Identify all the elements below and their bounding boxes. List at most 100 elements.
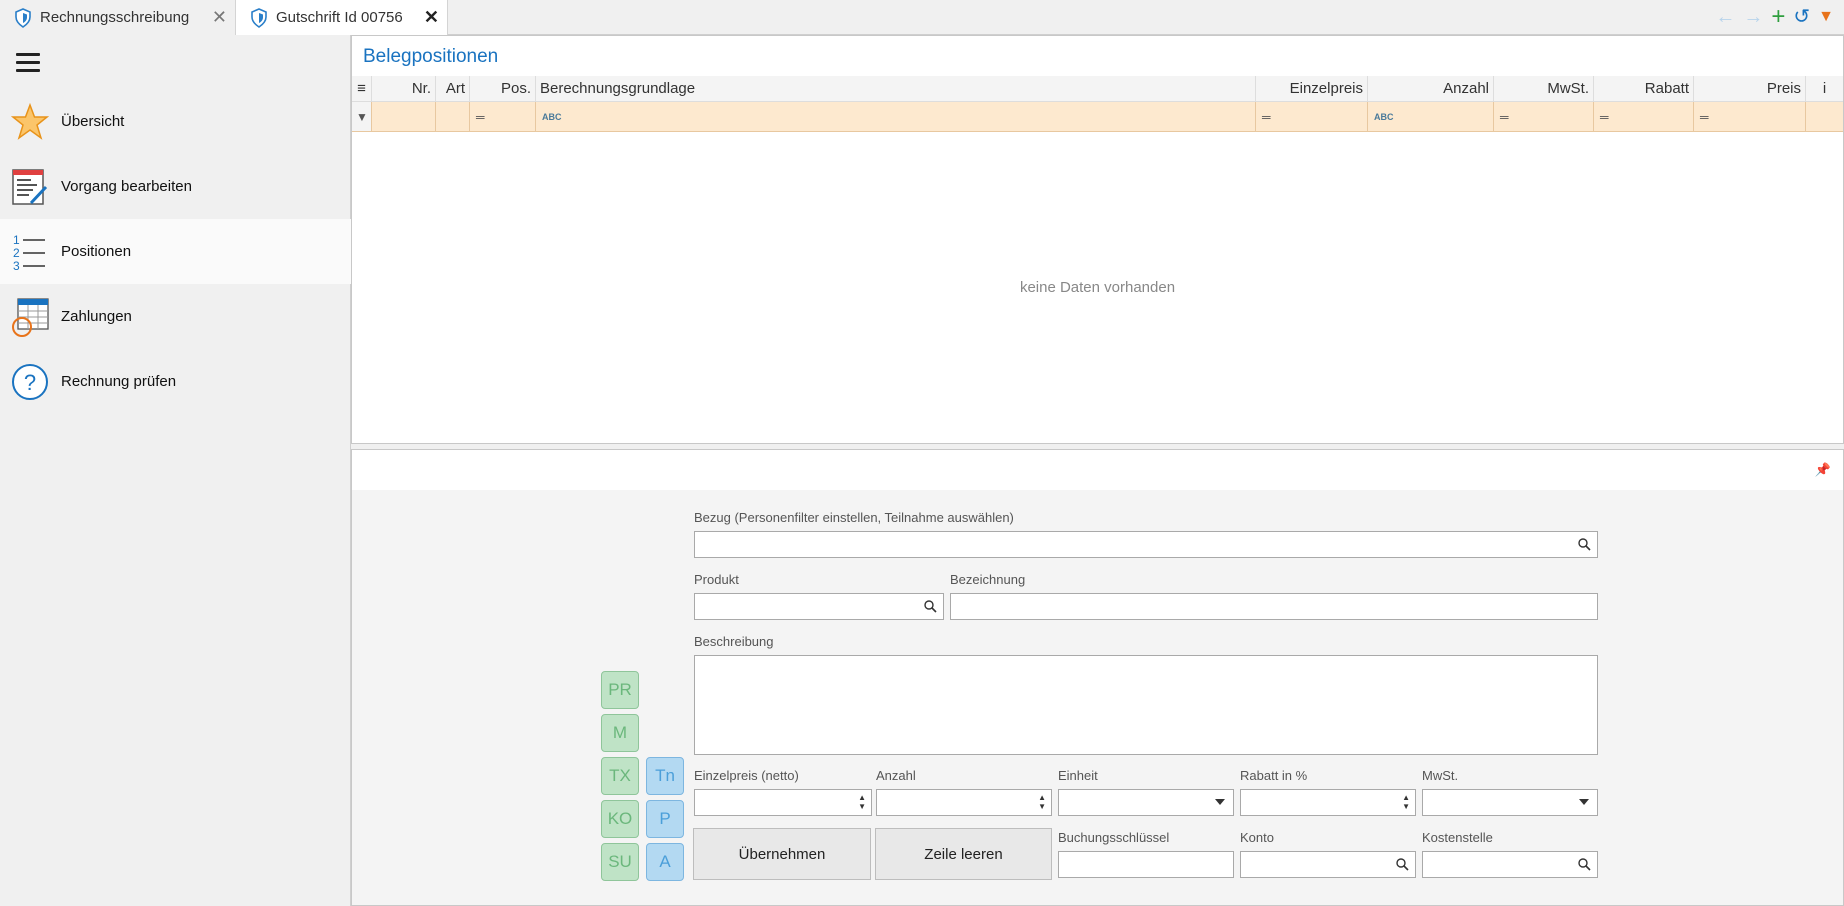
arrow-right-icon[interactable]: → bbox=[1743, 6, 1763, 28]
column-header-nr[interactable]: Nr. bbox=[372, 76, 436, 101]
filter-cell-berechnungsgrundlage[interactable]: ABC bbox=[536, 102, 1256, 131]
column-header-anzahl[interactable]: Anzahl bbox=[1368, 76, 1494, 101]
filter-cell-rabatt[interactable]: ═ bbox=[1594, 102, 1694, 131]
mwst-select[interactable] bbox=[1422, 789, 1598, 816]
equals-filter-icon: ═ bbox=[1600, 109, 1609, 124]
sidebar-item-zahlungen[interactable]: Zahlungen bbox=[0, 284, 351, 349]
toolbar: ← → + ↺ ▼ bbox=[1715, 5, 1834, 29]
equals-filter-icon: ═ bbox=[1700, 109, 1709, 124]
equals-filter-icon: ═ bbox=[1262, 109, 1271, 124]
search-icon[interactable] bbox=[1577, 537, 1591, 551]
add-icon[interactable]: + bbox=[1771, 5, 1785, 29]
column-header-rabatt[interactable]: Rabatt bbox=[1594, 76, 1694, 101]
column-header-mwst[interactable]: MwSt. bbox=[1494, 76, 1594, 101]
menu-icon[interactable] bbox=[16, 53, 40, 73]
quick-button-p[interactable]: P bbox=[646, 800, 684, 838]
shield-icon bbox=[251, 7, 267, 28]
filter-cell-info[interactable] bbox=[1806, 102, 1843, 131]
arrow-left-icon[interactable]: ← bbox=[1715, 6, 1735, 28]
quick-button-pr[interactable]: PR bbox=[601, 671, 639, 709]
spinner-icon[interactable]: ▲ ▼ bbox=[1038, 793, 1046, 811]
buchungsschluessel-label: Buchungsschlüssel bbox=[1058, 830, 1170, 845]
star-icon bbox=[9, 101, 51, 143]
column-menu-icon[interactable]: ≡ bbox=[352, 76, 372, 101]
grid-header-row: ≡ Nr. Art Pos. Berechnungsgrundlage Einz… bbox=[352, 76, 1843, 102]
einzelpreis-input[interactable]: ▲ ▼ bbox=[694, 789, 872, 816]
filter-cell-mwst[interactable]: ═ bbox=[1494, 102, 1594, 131]
filter-cell-pos[interactable]: ═ bbox=[470, 102, 536, 131]
filter-cell-nr[interactable] bbox=[372, 102, 436, 131]
einheit-select[interactable] bbox=[1058, 789, 1234, 816]
spinner-icon[interactable]: ▲ ▼ bbox=[1402, 793, 1410, 811]
bezug-label: Bezug (Personenfilter einstellen, Teilna… bbox=[694, 510, 1014, 525]
column-header-preis[interactable]: Preis bbox=[1694, 76, 1806, 101]
search-icon[interactable] bbox=[1577, 857, 1591, 871]
beschreibung-textarea[interactable] bbox=[694, 655, 1598, 755]
grid-filter-row: ▼ ═ ABC ═ ABC ═ ═ ═ bbox=[352, 102, 1843, 132]
pin-icon[interactable]: 📌 bbox=[1815, 462, 1831, 478]
text-filter-icon: ABC bbox=[1374, 111, 1394, 122]
sidebar-item-label: Vorgang bearbeiten bbox=[61, 178, 192, 195]
sidebar: Übersicht Vorgang bearbeiten 123 Positio… bbox=[0, 35, 351, 906]
kostenstelle-label: Kostenstelle bbox=[1422, 830, 1493, 845]
konto-input[interactable] bbox=[1240, 851, 1416, 878]
svg-text:2: 2 bbox=[13, 246, 20, 260]
tab-label: Rechnungsschreibung bbox=[40, 9, 190, 26]
quick-button-m[interactable]: M bbox=[601, 714, 639, 752]
buchungsschluessel-input[interactable] bbox=[1058, 851, 1234, 878]
svg-text:1: 1 bbox=[13, 233, 20, 247]
kostenstelle-input[interactable] bbox=[1422, 851, 1598, 878]
tab-bar: Rechnungsschreibung ✕ Gutschrift Id 0075… bbox=[0, 0, 1844, 36]
filter-cell-preis[interactable]: ═ bbox=[1694, 102, 1806, 131]
column-header-berechnungsgrundlage[interactable]: Berechnungsgrundlage bbox=[536, 76, 1256, 101]
filter-icon[interactable]: ▼ bbox=[352, 102, 372, 131]
positions-grid-panel: Belegpositionen ≡ Nr. Art Pos. Berechnun… bbox=[351, 35, 1844, 444]
dropdown-icon[interactable]: ▼ bbox=[1818, 6, 1834, 28]
search-icon[interactable] bbox=[1395, 857, 1409, 871]
payments-icon bbox=[9, 296, 51, 338]
close-icon[interactable]: ✕ bbox=[424, 8, 439, 26]
refresh-icon[interactable]: ↺ bbox=[1793, 6, 1810, 28]
filter-cell-anzahl[interactable]: ABC bbox=[1368, 102, 1494, 131]
rabatt-input[interactable]: ▲ ▼ bbox=[1240, 789, 1416, 816]
tab-gutschrift[interactable]: Gutschrift Id 00756 ✕ bbox=[236, 0, 448, 36]
anzahl-input[interactable]: ▲ ▼ bbox=[876, 789, 1052, 816]
close-icon[interactable]: ✕ bbox=[212, 8, 227, 26]
quick-button-ko[interactable]: KO bbox=[601, 800, 639, 838]
sidebar-item-vorgang-bearbeiten[interactable]: Vorgang bearbeiten bbox=[0, 154, 351, 219]
spinner-icon[interactable]: ▲ ▼ bbox=[858, 793, 866, 811]
column-header-pos[interactable]: Pos. bbox=[470, 76, 536, 101]
sidebar-item-positionen[interactable]: 123 Positionen bbox=[0, 219, 351, 284]
text-filter-icon: ABC bbox=[542, 111, 562, 122]
produkt-input[interactable] bbox=[694, 593, 944, 620]
quick-button-tn[interactable]: Tn bbox=[646, 757, 684, 795]
column-header-info[interactable]: i bbox=[1806, 76, 1843, 101]
filter-cell-art[interactable] bbox=[436, 102, 470, 131]
sidebar-item-uebersicht[interactable]: Übersicht bbox=[0, 89, 351, 154]
quick-button-a[interactable]: A bbox=[646, 843, 684, 881]
position-edit-form: 📌 Bezug (Personenfilter einstellen, Teil… bbox=[351, 449, 1844, 906]
equals-filter-icon: ═ bbox=[476, 109, 485, 124]
grid-title: Belegpositionen bbox=[363, 46, 499, 67]
column-header-einzelpreis[interactable]: Einzelpreis bbox=[1256, 76, 1368, 101]
sidebar-item-rechnung-pruefen[interactable]: ? Rechnung prüfen bbox=[0, 349, 351, 414]
bezeichnung-input[interactable] bbox=[950, 593, 1598, 620]
mwst-label: MwSt. bbox=[1422, 768, 1459, 783]
sidebar-item-label: Rechnung prüfen bbox=[61, 373, 177, 390]
svg-text:3: 3 bbox=[13, 259, 20, 272]
edit-document-icon bbox=[9, 166, 51, 208]
uebernehmen-button[interactable]: Übernehmen bbox=[693, 828, 871, 880]
filter-cell-einzelpreis[interactable]: ═ bbox=[1256, 102, 1368, 131]
zeile-leeren-button[interactable]: Zeile leeren bbox=[875, 828, 1052, 880]
column-header-art[interactable]: Art bbox=[436, 76, 470, 101]
search-icon[interactable] bbox=[923, 599, 937, 613]
sidebar-item-label: Übersicht bbox=[61, 113, 125, 130]
sidebar-item-label: Positionen bbox=[61, 243, 132, 260]
quick-button-tx[interactable]: TX bbox=[601, 757, 639, 795]
sidebar-item-label: Zahlungen bbox=[61, 308, 132, 325]
bezug-input[interactable] bbox=[694, 531, 1598, 558]
quick-button-su[interactable]: SU bbox=[601, 843, 639, 881]
einheit-label: Einheit bbox=[1058, 768, 1098, 783]
tab-rechnungsschreibung[interactable]: Rechnungsschreibung ✕ bbox=[0, 0, 236, 35]
equals-filter-icon: ═ bbox=[1500, 109, 1509, 124]
